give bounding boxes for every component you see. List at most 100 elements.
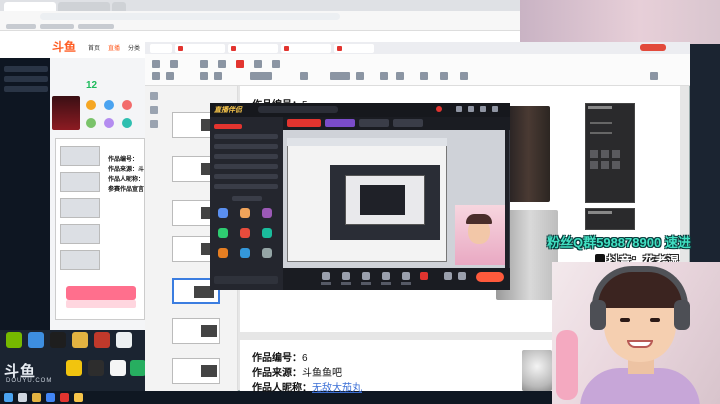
settings-icon[interactable] (122, 118, 132, 128)
start-live-button[interactable] (476, 272, 504, 282)
config-option[interactable] (612, 150, 620, 158)
bookmark-item[interactable] (6, 24, 36, 29)
double-page-icon[interactable] (396, 72, 404, 80)
more-icon[interactable] (262, 248, 272, 258)
nav-category[interactable]: 分类 (128, 43, 140, 52)
filter-icon[interactable] (342, 272, 350, 280)
start-icon[interactable] (4, 393, 13, 402)
screenshot-icon[interactable] (420, 72, 428, 80)
mode-tab[interactable] (359, 119, 389, 127)
streamer-card[interactable] (52, 96, 80, 130)
address-bar[interactable] (40, 13, 340, 20)
app-icon[interactable] (130, 360, 146, 376)
zoom-in-icon[interactable] (166, 72, 174, 80)
notification-popup-detail[interactable] (66, 300, 136, 308)
settings-icon[interactable] (468, 106, 474, 112)
level-icon[interactable] (86, 118, 96, 128)
speaker-icon[interactable] (420, 272, 428, 280)
list-item[interactable] (4, 86, 48, 92)
config-option[interactable] (590, 161, 598, 169)
app-icon[interactable] (50, 332, 66, 348)
more-icon[interactable] (650, 72, 658, 80)
mode-tab[interactable] (325, 119, 355, 127)
page-thumbnail[interactable] (172, 318, 220, 344)
app-icon[interactable] (94, 332, 110, 348)
close-icon[interactable] (492, 106, 498, 112)
translate-icon[interactable] (440, 72, 448, 80)
scene-item[interactable] (214, 164, 278, 169)
bookmark-icon[interactable] (150, 106, 158, 114)
stream-app-icon[interactable] (74, 393, 83, 402)
phone-icon[interactable] (240, 248, 250, 258)
page-thumbnail[interactable] (60, 250, 100, 270)
page-thumbnail[interactable] (60, 224, 100, 244)
open-icon[interactable] (170, 60, 178, 68)
page-number-field[interactable] (330, 72, 350, 80)
pdf-home-tab[interactable] (150, 44, 172, 53)
game-icon[interactable] (218, 248, 228, 258)
mode-tab[interactable] (393, 119, 423, 127)
config-option[interactable] (601, 150, 609, 158)
scene-item[interactable] (214, 144, 278, 149)
task-icon[interactable] (86, 100, 96, 110)
scene-item[interactable] (214, 154, 278, 159)
next-page-icon[interactable] (356, 72, 364, 80)
gift-icon[interactable] (104, 100, 114, 110)
record-icon[interactable] (444, 272, 452, 280)
edit-icon[interactable] (200, 60, 208, 68)
browser-tab[interactable] (4, 2, 56, 11)
login-button[interactable] (640, 44, 666, 51)
pk-icon[interactable] (382, 272, 390, 280)
nvidia-icon[interactable] (6, 332, 22, 348)
effects-icon[interactable] (362, 272, 370, 280)
window-capture-icon[interactable] (218, 228, 228, 238)
stream-app-notice-bar[interactable] (258, 106, 338, 113)
config-slider[interactable] (590, 132, 612, 134)
list-item[interactable] (4, 76, 48, 82)
folder-icon[interactable] (72, 332, 88, 348)
app-icon[interactable] (88, 360, 104, 376)
text-icon[interactable] (262, 228, 272, 238)
microphone-icon[interactable] (402, 272, 410, 280)
config-option[interactable] (612, 161, 620, 169)
pdf-app-icon[interactable] (60, 393, 69, 402)
app-icon[interactable] (28, 332, 44, 348)
fans-icon[interactable] (122, 100, 132, 110)
scene-tab-active[interactable] (214, 124, 242, 129)
app-icon[interactable] (116, 332, 132, 348)
skin-icon[interactable] (456, 106, 462, 112)
mode-tab-active[interactable] (287, 119, 321, 127)
rotate-icon[interactable] (214, 72, 222, 80)
find-icon[interactable] (460, 72, 468, 80)
config-option[interactable] (590, 150, 598, 158)
browser-icon[interactable] (46, 393, 55, 402)
browser-tab[interactable] (58, 2, 110, 11)
config-option[interactable] (601, 161, 609, 169)
protect-icon[interactable] (272, 60, 280, 68)
app-icon[interactable] (110, 360, 126, 376)
app-icon[interactable] (66, 360, 82, 376)
scene-item[interactable] (214, 134, 278, 139)
list-item[interactable] (4, 66, 48, 72)
search-icon[interactable] (18, 393, 27, 402)
douyu-logo[interactable]: 斗鱼 (52, 38, 76, 55)
nav-live[interactable]: 直播 (108, 43, 120, 52)
nav-home[interactable]: 首页 (88, 43, 100, 52)
beauty-icon[interactable] (322, 272, 330, 280)
image-icon[interactable] (240, 208, 250, 218)
config-slider[interactable] (590, 122, 612, 124)
message-icon[interactable] (104, 118, 114, 128)
screen-share-icon[interactable] (262, 208, 272, 218)
page-thumbnail[interactable] (60, 172, 100, 192)
bookmark-item[interactable] (40, 24, 74, 29)
scene-item[interactable] (214, 184, 278, 189)
convert-icon[interactable] (218, 60, 226, 68)
new-tab-button[interactable] (112, 2, 126, 11)
bookmark-item[interactable] (78, 24, 114, 29)
video-icon[interactable] (240, 228, 250, 238)
page-icon[interactable] (254, 60, 262, 68)
minimize-icon[interactable] (480, 106, 486, 112)
fit-page-icon[interactable] (200, 72, 208, 80)
camera-icon[interactable] (218, 208, 228, 218)
single-page-icon[interactable] (380, 72, 388, 80)
